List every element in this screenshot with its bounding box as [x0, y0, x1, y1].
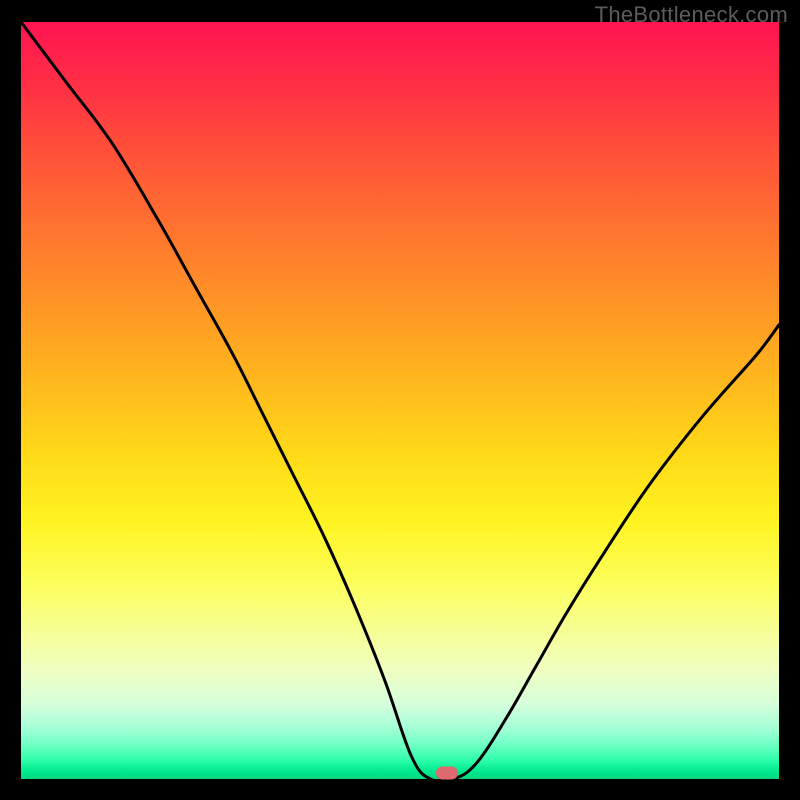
- chart-frame: TheBottleneck.com: [0, 0, 800, 800]
- optimal-point-marker: [436, 766, 458, 779]
- watermark-text: TheBottleneck.com: [595, 2, 788, 28]
- bottleneck-curve: [21, 22, 779, 779]
- plot-area: [21, 22, 779, 779]
